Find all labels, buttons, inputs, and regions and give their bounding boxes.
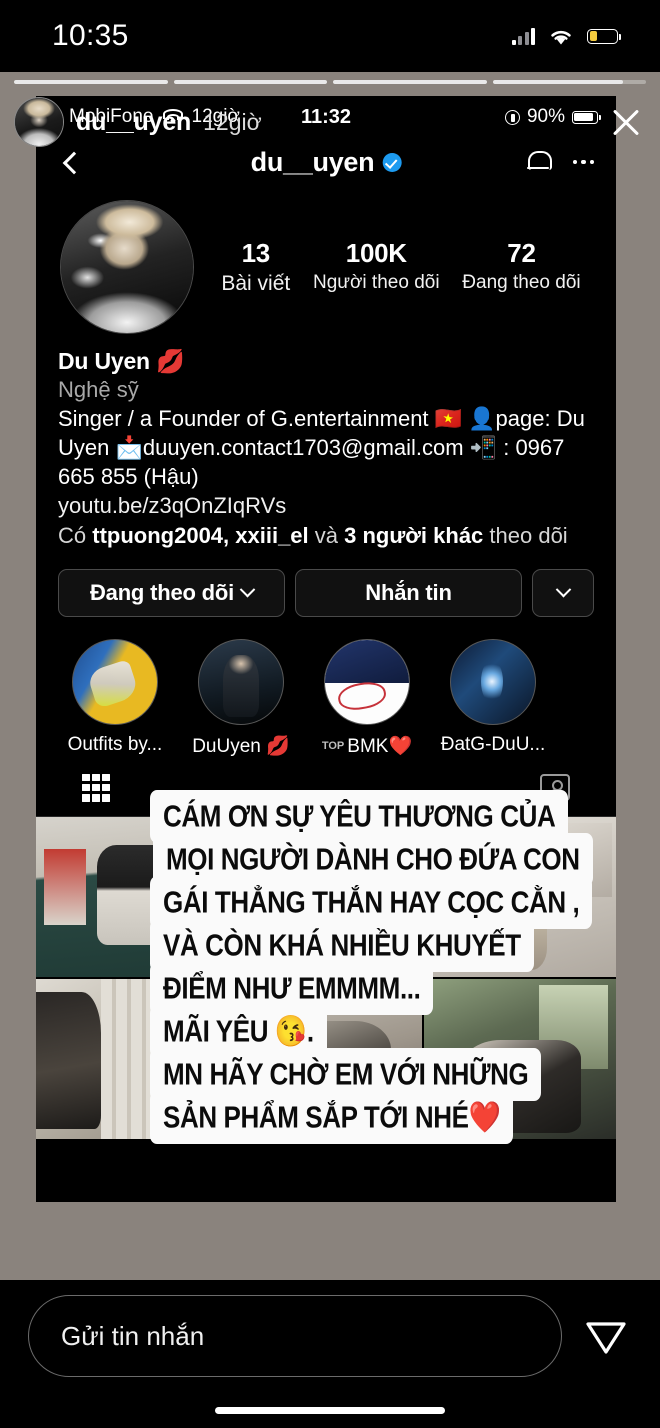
stat-posts-value: 13 <box>241 238 271 268</box>
message-button-label: Nhắn tin <box>365 579 452 605</box>
stats-group: 13 Bài viết 100K Người theo dõi 72 Đang … <box>194 238 592 296</box>
post-thumbnail[interactable] <box>230 816 422 977</box>
followed-by-prefix: Có <box>58 523 93 549</box>
highlight-label-text: BMK❤️ <box>347 735 413 757</box>
story-progress-segment <box>492 80 646 84</box>
post-thumbnail[interactable] <box>36 979 228 1140</box>
reply-input[interactable]: Gửi tin nhắn <box>28 1295 562 1377</box>
nav-actions <box>526 149 594 175</box>
stat-following-value: 72 <box>507 238 536 268</box>
story-highlights-row: Outfits by... DuUyen 💋 TOP BMK❤️ ĐatG-DuU… <box>36 617 616 758</box>
close-icon[interactable] <box>604 100 648 144</box>
shared-screenshot-image: MobiFone 12giờ 11:32 90% du__uyen 13 Bài… <box>36 96 616 1202</box>
bell-icon[interactable] <box>526 149 552 175</box>
send-paper-plane-icon[interactable] <box>580 1310 632 1362</box>
post-thumbnail[interactable] <box>230 979 422 1140</box>
story-canvas: MobiFone 12giờ 11:32 90% du__uyen 13 Bài… <box>0 72 660 1280</box>
back-icon[interactable] <box>58 150 82 174</box>
story-progress-segment <box>14 80 168 84</box>
highlight-item[interactable]: Outfits by... <box>60 638 170 758</box>
cellular-signal-icon <box>511 27 535 45</box>
highlight-label: DuUyen 💋 <box>192 735 290 757</box>
post-thumbnail[interactable] <box>424 816 616 977</box>
top-badge-icon: TOP <box>321 740 345 753</box>
following-button[interactable]: Đang theo dõi <box>58 568 285 617</box>
highlight-label: ĐatG-DuU... <box>440 733 546 755</box>
profile-bio: Du Uyen 💋 Nghệ sỹ Singer / a Founder of … <box>36 334 616 551</box>
followed-by-mid: và <box>308 523 345 549</box>
status-clock: 10:35 <box>52 19 129 52</box>
home-indicator <box>215 1407 445 1414</box>
bio-category: Nghệ sỹ <box>58 377 139 402</box>
story-progress-segment <box>173 80 327 84</box>
stat-posts[interactable]: 13 Bài viết <box>221 238 290 296</box>
tagged-icon[interactable] <box>540 774 570 802</box>
story-timestamp: 12giờ <box>203 108 262 135</box>
chevron-down-icon <box>239 581 256 598</box>
post-grid <box>36 816 616 1140</box>
verified-badge-icon <box>382 152 402 172</box>
followed-by-names[interactable]: ttpuong2004, xxiii_el <box>92 523 308 548</box>
stat-followers[interactable]: 100K Người theo dõi <box>313 238 440 296</box>
profile-action-buttons: Đang theo dõi Nhắn tin <box>36 551 616 617</box>
wifi-icon <box>551 30 571 44</box>
story-author-username[interactable]: du__uyen <box>76 108 191 137</box>
reply-placeholder: Gửi tin nhắn <box>61 1320 205 1351</box>
followed-by-others[interactable]: 3 người khác <box>344 523 483 548</box>
stat-posts-label: Bài viết <box>221 272 291 295</box>
highlight-item[interactable]: TOP BMK❤️ <box>312 638 422 758</box>
status-indicators <box>511 27 621 46</box>
highlight-label: Outfits by... <box>67 733 163 755</box>
post-thumbnail[interactable] <box>424 979 616 1140</box>
phone-status-bar: 10:35 <box>0 0 660 72</box>
highlight-label: TOP BMK❤️ <box>312 734 422 758</box>
following-button-label: Đang theo dõi <box>89 579 235 605</box>
highlight-cover <box>198 638 284 725</box>
highlight-item[interactable]: ĐatG-DuU... <box>438 638 548 758</box>
profile-tab-bar <box>36 758 616 817</box>
story-viewer[interactable]: MobiFone 12giờ 11:32 90% du__uyen 13 Bài… <box>0 72 660 1280</box>
bio-link[interactable]: youtu.be/z3qOnZIqRVs <box>58 491 594 520</box>
profile-avatar[interactable] <box>60 200 194 334</box>
battery-icon <box>587 28 621 44</box>
story-progress-bars <box>14 80 646 84</box>
stat-followers-value: 100K <box>345 238 407 268</box>
bio-text: Singer / a Founder of G.entertainment 🇻🇳… <box>58 406 585 490</box>
more-options-icon[interactable] <box>572 159 594 165</box>
story-reply-bar: Gửi tin nhắn <box>0 1280 660 1428</box>
chevron-down-icon <box>555 581 571 598</box>
highlight-cover <box>72 638 158 725</box>
story-header: du__uyen 12giờ <box>14 94 648 150</box>
stat-following-label: Đang theo dõi <box>462 272 581 293</box>
suggested-users-button[interactable] <box>532 568 594 617</box>
highlight-cover <box>450 638 536 725</box>
post-thumbnail[interactable] <box>36 816 228 977</box>
profile-stats-row: 13 Bài viết 100K Người theo dõi 72 Đang … <box>36 186 616 334</box>
stat-following[interactable]: 72 Đang theo dõi <box>462 238 580 296</box>
highlight-cover <box>324 638 410 725</box>
profile-username: du__uyen <box>250 146 375 177</box>
stat-followers-label: Người theo dõi <box>312 272 440 293</box>
bio-display-name: Du Uyen 💋 <box>58 348 185 374</box>
grid-icon[interactable] <box>82 773 110 802</box>
story-author-avatar[interactable] <box>14 97 64 147</box>
followed-by-text: Có ttpuong2004, xxiii_el và 3 người khác… <box>58 521 594 550</box>
followed-by-suffix: theo dõi <box>483 523 568 549</box>
story-progress-segment <box>333 80 487 84</box>
profile-title: du__uyen <box>251 147 402 178</box>
highlight-item[interactable]: DuUyen 💋 <box>186 638 296 758</box>
message-button[interactable]: Nhắn tin <box>295 568 522 617</box>
